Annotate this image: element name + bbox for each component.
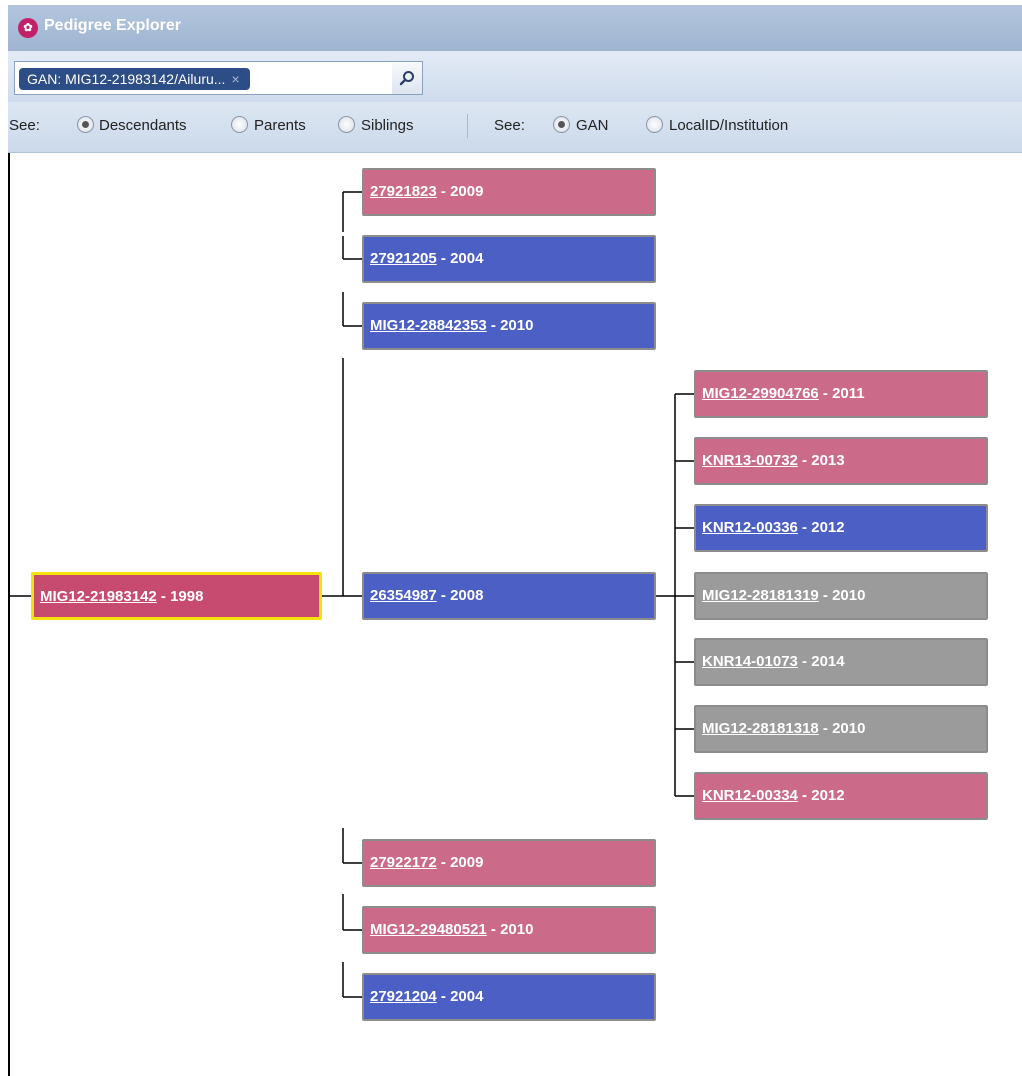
birth-year: 2010 <box>832 720 866 737</box>
animal-id-link[interactable]: MIG12-28842353 <box>370 317 487 334</box>
birth-year: 1998 <box>170 588 204 605</box>
animal-id-link[interactable]: MIG12-21983142 <box>40 588 157 605</box>
animal-node[interactable]: 27921205 - 2004 <box>362 235 656 283</box>
animal-node[interactable]: 27921823 - 2009 <box>362 168 656 216</box>
separator: - <box>818 587 833 604</box>
animal-id-link[interactable]: 27921205 <box>370 250 437 267</box>
pedigree-explorer-window: ✿ Pedigree Explorer GAN: MIG12-21983142/… <box>0 0 1022 1076</box>
birth-year: 2012 <box>811 787 845 804</box>
animal-id-link[interactable]: 27921204 <box>370 988 437 1005</box>
animal-id-link[interactable]: MIG12-29480521 <box>370 921 487 938</box>
birth-year: 2014 <box>811 653 845 670</box>
separator: - <box>436 587 451 604</box>
selected-animal-node[interactable]: MIG12-21983142 - 1998 <box>31 572 322 620</box>
animal-id-link[interactable]: KNR12-00334 <box>702 787 798 804</box>
birth-year: 2012 <box>811 519 845 536</box>
birth-year: 2013 <box>811 452 845 469</box>
animal-node[interactable]: KNR12-00336 - 2012 <box>694 504 988 552</box>
animal-node[interactable]: MIG12-29480521 - 2010 <box>362 906 656 954</box>
separator: - <box>436 988 451 1005</box>
animal-node[interactable]: 26354987 - 2008 <box>362 572 656 620</box>
separator: - <box>818 385 833 402</box>
separator: - <box>156 588 171 605</box>
separator: - <box>436 250 451 267</box>
animal-id-link[interactable]: MIG12-28181318 <box>702 720 819 737</box>
animal-id-link[interactable]: 27922172 <box>370 854 437 871</box>
birth-year: 2004 <box>450 988 484 1005</box>
separator: - <box>436 854 451 871</box>
separator: - <box>797 519 812 536</box>
separator: - <box>486 921 501 938</box>
birth-year: 2010 <box>832 587 866 604</box>
birth-year: 2010 <box>500 317 534 334</box>
animal-id-link[interactable]: KNR13-00732 <box>702 452 798 469</box>
animal-node[interactable]: 27922172 - 2009 <box>362 839 656 887</box>
animal-node[interactable]: 27921204 - 2004 <box>362 973 656 1021</box>
animal-node[interactable]: MIG12-28181318 - 2010 <box>694 705 988 753</box>
animal-id-link[interactable]: MIG12-29904766 <box>702 385 819 402</box>
animal-id-link[interactable]: MIG12-28181319 <box>702 587 819 604</box>
animal-node[interactable]: MIG12-28181319 - 2010 <box>694 572 988 620</box>
animal-node[interactable]: MIG12-29904766 - 2011 <box>694 370 988 418</box>
separator: - <box>818 720 833 737</box>
animal-node[interactable]: KNR14-01073 - 2014 <box>694 638 988 686</box>
birth-year: 2011 <box>832 385 865 402</box>
animal-node[interactable]: KNR12-00334 - 2012 <box>694 772 988 820</box>
animal-id-link[interactable]: KNR14-01073 <box>702 653 798 670</box>
separator: - <box>436 183 451 200</box>
birth-year: 2009 <box>450 854 484 871</box>
separator: - <box>486 317 501 334</box>
separator: - <box>797 452 812 469</box>
birth-year: 2009 <box>450 183 484 200</box>
animal-node[interactable]: MIG12-28842353 - 2010 <box>362 302 656 350</box>
birth-year: 2008 <box>450 587 484 604</box>
birth-year: 2010 <box>500 921 534 938</box>
birth-year: 2004 <box>450 250 484 267</box>
animal-id-link[interactable]: 26354987 <box>370 587 437 604</box>
animal-id-link[interactable]: KNR12-00336 <box>702 519 798 536</box>
animal-id-link[interactable]: 27921823 <box>370 183 437 200</box>
separator: - <box>797 653 812 670</box>
separator: - <box>797 787 812 804</box>
animal-node[interactable]: KNR13-00732 - 2013 <box>694 437 988 485</box>
